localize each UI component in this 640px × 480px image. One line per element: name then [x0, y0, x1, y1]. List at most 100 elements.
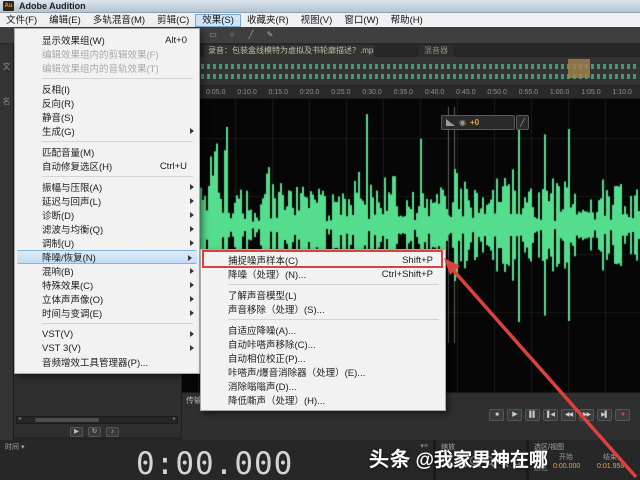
rewind-button[interactable]: ◀◀	[561, 409, 576, 421]
menu-effects[interactable]: 效果(S)	[195, 14, 241, 27]
files-play-button[interactable]: ▶	[70, 427, 83, 437]
files-loop-button[interactable]: ↻	[88, 427, 101, 437]
file-tab-label: 录音：包装盒线模特为虚拟及书轮廓描述？.mp3	[208, 45, 374, 56]
ruler-tick: 0:15.0	[269, 89, 288, 96]
menu-item-label: 自动修复选区(H)	[42, 159, 112, 173]
menu-item-silence[interactable]: 静音(S)	[15, 110, 199, 124]
submenu-item-learn-sound-model[interactable]: 了解声音模型(L)	[201, 288, 445, 302]
ruler-tick: 0:45.0	[456, 89, 475, 96]
menu-separator	[42, 176, 193, 177]
skip-to-start-button[interactable]: ▌◀	[543, 409, 558, 421]
menu-item-label: 自动咔嗒声移除(C)...	[228, 337, 316, 351]
selection-end-value[interactable]: 0:01.958	[597, 463, 624, 470]
files-panel-edge-label: 名	[0, 96, 13, 107]
menu-item-label: 滤波与均衡(Q)	[42, 222, 103, 236]
fast-forward-button[interactable]: ▶▶	[579, 409, 594, 421]
submenu-item-noise-reduction-process[interactable]: 降噪（处理）(N)... Ctrl+Shift+P	[201, 267, 445, 281]
menu-file[interactable]: 文件(F)	[0, 14, 43, 27]
submenu-item-dehummer[interactable]: 消除嗡嗡声(D)...	[201, 379, 445, 393]
ruler-tick: 0:25.0	[331, 89, 350, 96]
scroll-right-icon[interactable]: ▸	[173, 416, 176, 423]
menu-item-special[interactable]: 特殊效果(C)	[15, 278, 199, 292]
menu-item-shortcut: Ctrl+U	[148, 161, 187, 172]
window-title: Adobe Audition	[19, 1, 86, 11]
ruler-tick: 0:50.0	[487, 89, 506, 96]
spot-healing-brush-tool-icon[interactable]: ✎	[263, 29, 277, 41]
menu-item-invert[interactable]: 反相(I)	[15, 82, 199, 96]
menu-favorites[interactable]: 收藏夹(R)	[241, 14, 295, 27]
ruler-tick: 1:10.0	[612, 89, 631, 96]
menu-item-reverb[interactable]: 混响(B)	[15, 264, 199, 278]
selection-start-value[interactable]: 0:00.000	[553, 463, 580, 470]
editor-tab-strip: 录音：包装盒线模特为虚拟及书轮廓描述？.mp3 ▾ × 混音器	[180, 44, 640, 57]
menu-item-noise-reduction-restoration[interactable]: 降噪/恢复(N)	[17, 250, 197, 264]
menu-item-vst[interactable]: VST(V)	[15, 327, 199, 341]
submenu-item-auto-click-remover[interactable]: 自动咔嗒声移除(C)...	[201, 337, 445, 351]
menu-view[interactable]: 视图(V)	[295, 14, 339, 27]
menu-window[interactable]: 窗口(W)	[338, 14, 384, 27]
skip-to-end-button[interactable]: ▶▌	[597, 409, 612, 421]
menu-item-time-pitch[interactable]: 时间与变调(E)	[15, 306, 199, 320]
menu-item-filter-eq[interactable]: 滤波与均衡(Q)	[15, 222, 199, 236]
submenu-item-sound-remover[interactable]: 声音移除（处理）(S)...	[201, 302, 445, 316]
files-panel-edge-label: 文	[0, 61, 13, 72]
stop-button[interactable]: ■	[489, 409, 504, 421]
time-panel-tab[interactable]: 时间 ▾	[5, 442, 24, 452]
submenu-item-auto-phase-correction[interactable]: 自动相位校正(P)...	[201, 351, 445, 365]
menu-item-auto-heal-selection[interactable]: 自动修复选区(H) Ctrl+U	[15, 159, 199, 173]
menu-item-shortcut: Ctrl+Shift+P	[370, 269, 433, 280]
menu-item-label: VST 3(V)	[42, 343, 81, 354]
menu-item-diagnostics[interactable]: 诊断(D)	[15, 208, 199, 222]
volume-hud[interactable]: ◉ +0	[441, 115, 515, 130]
menu-item-show-effects-rack[interactable]: 显示效果组(W) Alt+0	[15, 33, 199, 47]
submenu-item-hiss-reduction[interactable]: 降低嘶声（处理）(H)...	[201, 393, 445, 407]
menu-item-label: 匹配音量(M)	[42, 145, 94, 159]
menu-item-generate[interactable]: 生成(G)	[15, 124, 199, 138]
menu-item-stereo-imagery[interactable]: 立体声声像(O)	[15, 292, 199, 306]
menu-clip[interactable]: 剪辑(C)	[151, 14, 195, 27]
playhead-time-display: 0:00.000	[136, 446, 293, 480]
lasso-selection-tool-icon[interactable]: ○	[225, 29, 239, 41]
submenu-item-click-pop-eliminator[interactable]: 咔嗒声/爆音消除器（处理）(E)...	[201, 365, 445, 379]
menu-help[interactable]: 帮助(H)	[385, 14, 429, 27]
gain-value[interactable]: +0	[470, 118, 479, 127]
menu-item-label: 静音(S)	[42, 110, 74, 124]
menu-item-label: 编辑效果组内的音轨效果(T)	[42, 61, 159, 75]
title-bar[interactable]: Au Adobe Audition	[0, 0, 640, 13]
overview-strip[interactable]	[180, 57, 640, 86]
menu-separator	[228, 284, 439, 285]
menu-item-label: 消除嗡嗡声(D)...	[228, 379, 297, 393]
time-selection-tool-icon[interactable]: ▭	[206, 29, 220, 41]
menu-multitrack[interactable]: 多轨混音(M)	[87, 14, 151, 27]
menu-edit[interactable]: 编辑(E)	[43, 14, 87, 27]
menu-item-amplitude-compression[interactable]: 振幅与压限(A)	[15, 180, 199, 194]
menu-item-label: 咔嗒声/爆音消除器（处理）(E)...	[228, 365, 365, 379]
menu-item-vst3[interactable]: VST 3(V)	[15, 341, 199, 355]
overview-selection-marker[interactable]	[568, 59, 590, 78]
menu-item-reverse[interactable]: 反向(R)	[15, 96, 199, 110]
file-tab[interactable]: 录音：包装盒线模特为虚拟及书轮廓描述？.mp3 ▾ ×	[204, 45, 374, 57]
menu-item-match-volume[interactable]: 匹配音量(M)	[15, 145, 199, 159]
pause-button[interactable]: ▌▌	[525, 409, 540, 421]
submenu-item-adaptive-noise-reduction[interactable]: 自适应降噪(A)...	[201, 323, 445, 337]
files-horizontal-scrollbar[interactable]: ◂ ▸	[16, 416, 178, 424]
annotation-highlight-box	[202, 250, 443, 268]
files-autoplay-button[interactable]: ♪	[106, 427, 119, 437]
watermark-brand: 头条	[369, 449, 411, 471]
edit-hud-button[interactable]: ╱	[516, 115, 529, 130]
menu-item-audio-plugin-manager[interactable]: 音频增效工具管理器(P)...	[15, 355, 199, 369]
mixer-tab[interactable]: 混音器	[418, 45, 454, 57]
ruler-tick: 0:20.0	[300, 89, 319, 96]
play-button[interactable]: ▶	[507, 409, 522, 421]
paintbrush-selection-tool-icon[interactable]: ╱	[244, 29, 258, 41]
record-button[interactable]: ●	[615, 409, 630, 421]
ruler-tick: 0:55.0	[519, 89, 538, 96]
scroll-left-icon[interactable]: ◂	[18, 416, 21, 423]
gain-knob-icon[interactable]: ◉	[459, 119, 466, 127]
timeline-ruler[interactable]: 0:05.0 0:10.0 0:15.0 0:20.0 0:25.0 0:30.…	[180, 86, 640, 99]
menu-item-delay-echo[interactable]: 延迟与回声(L)	[15, 194, 199, 208]
menu-item-modulation[interactable]: 调制(U)	[15, 236, 199, 250]
noise-reduction-submenu: 捕捉噪声样本(C) Shift+P 降噪（处理）(N)... Ctrl+Shif…	[200, 249, 446, 411]
app-icon: Au	[3, 1, 14, 11]
scrollbar-thumb[interactable]	[35, 418, 99, 422]
